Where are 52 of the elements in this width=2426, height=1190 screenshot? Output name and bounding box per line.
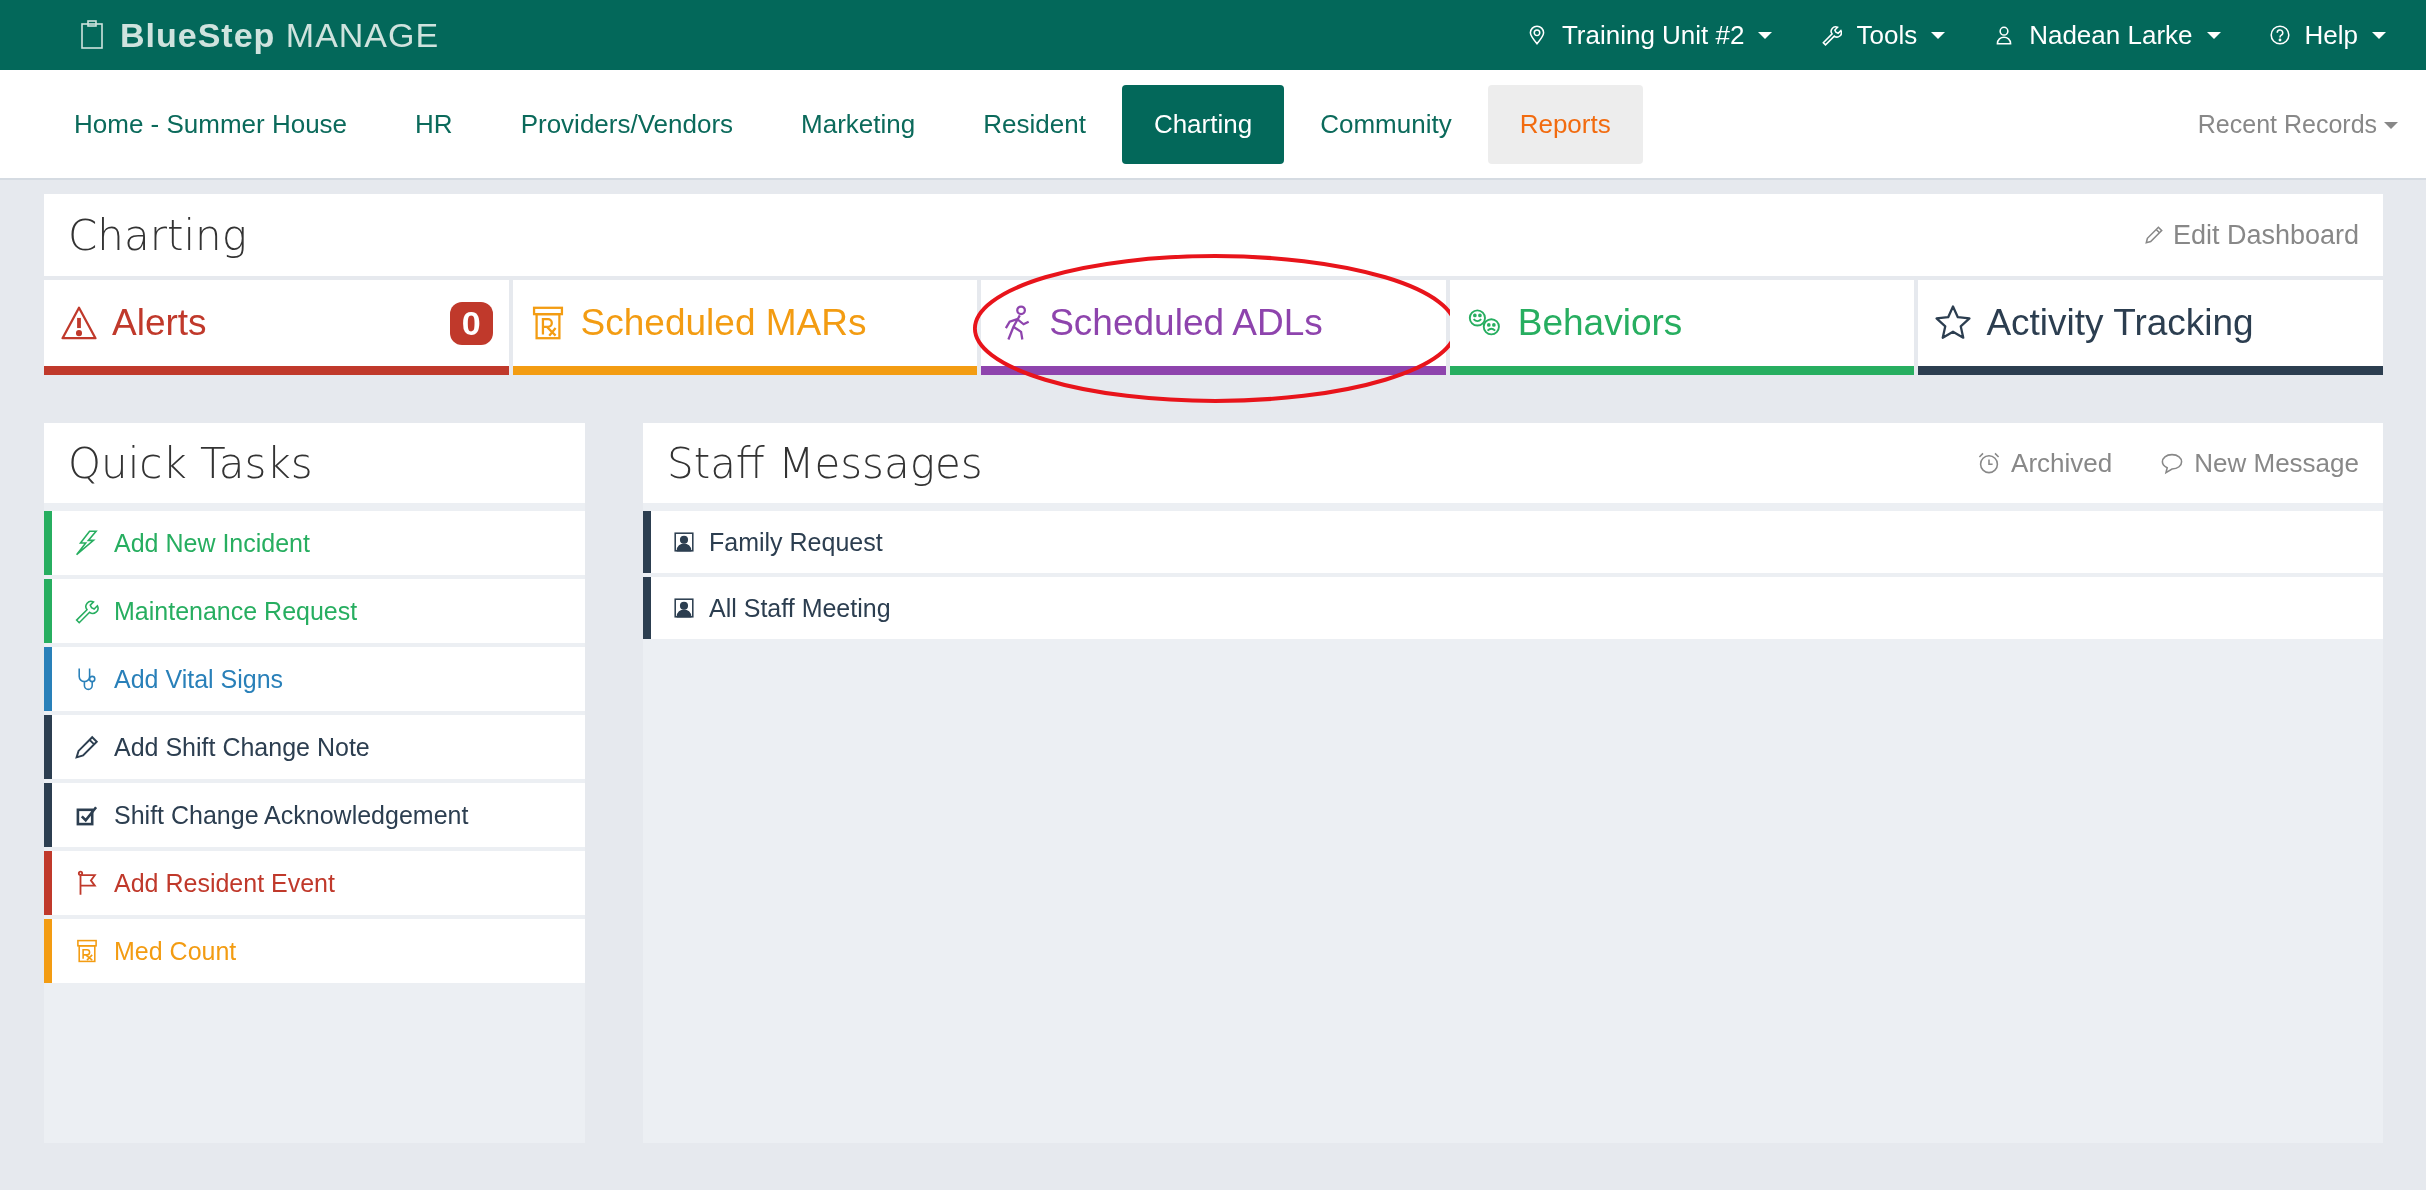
nav-tab[interactable]: Resident [951,84,1118,164]
lightning-icon [74,530,100,556]
panel-title: Staff Messages [667,438,983,488]
dashboard-tile[interactable]: Activity Tracking [1918,280,2383,375]
tile-label: Scheduled ADLs [1049,302,1323,344]
nav-tab[interactable]: HR [383,84,485,164]
nav-tab[interactable]: Providers/Vendors [488,84,766,164]
edit-dashboard-link[interactable]: Edit Dashboard [2142,219,2359,251]
caret-icon [2372,31,2386,39]
recent-records-dropdown[interactable]: Recent Records [2197,109,2398,139]
tile-label: Alerts [112,302,207,344]
quick-task-item[interactable]: Shift Change Acknowledgement [44,783,585,847]
tile-label: Scheduled MARs [580,302,867,344]
message-item[interactable]: Family Request [643,511,2383,573]
top-menu-item[interactable]: Nadean Larke [1993,19,2221,51]
message-item[interactable]: All Staff Meeting [643,577,2383,639]
caret-icon [1758,31,1773,39]
quick-task-item[interactable]: Add Shift Change Note [44,715,585,779]
quick-task-item[interactable]: Add Vital Signs [44,647,585,711]
clipboard-icon [80,19,104,51]
app-logo-text: BlueStep MANAGE [120,15,440,55]
quick-task-item[interactable]: Add Resident Event [44,851,585,915]
caret-icon [2206,31,2221,39]
alarm-clock-icon [1977,451,2002,475]
nav-tab[interactable]: Home - Summer House [42,84,380,164]
wrench-icon [1820,24,1843,46]
top-menu-item[interactable]: Help [2268,19,2386,51]
tile-label: Behaviors [1517,302,1683,344]
pencil-icon [2142,224,2165,246]
speech-bubble-icon [2160,451,2185,475]
dashboard-tile[interactable]: Alerts 0 [44,280,509,375]
prescription-icon [74,938,100,964]
nav-tab[interactable]: Charting [1121,84,1285,164]
panel-title: Quick Tasks [68,438,313,488]
top-menu-item[interactable]: Training Unit #2 [1525,19,1773,51]
alert-count-badge: 0 [449,301,493,345]
help-icon [2268,24,2291,46]
star-icon [1934,304,1973,342]
caret-icon [1931,31,1946,39]
nav-tab[interactable]: Community [1288,84,1484,164]
tile-label: Activity Tracking [1986,302,2254,344]
warning-icon [60,304,98,342]
pencil-icon [74,734,100,760]
message-action-link[interactable]: New Message [2160,447,2359,479]
dashboard-title: Charting [68,210,247,260]
top-menu-item[interactable]: Tools [1820,19,1946,51]
message-action-link[interactable]: Archived [1977,447,2113,479]
person-portrait-icon [673,531,695,553]
person-portrait-icon [673,597,695,619]
nav-tab[interactable]: Marketing [769,84,948,164]
wrench-icon [74,598,100,624]
dashboard-tile[interactable]: Scheduled ADLs [981,280,1446,375]
